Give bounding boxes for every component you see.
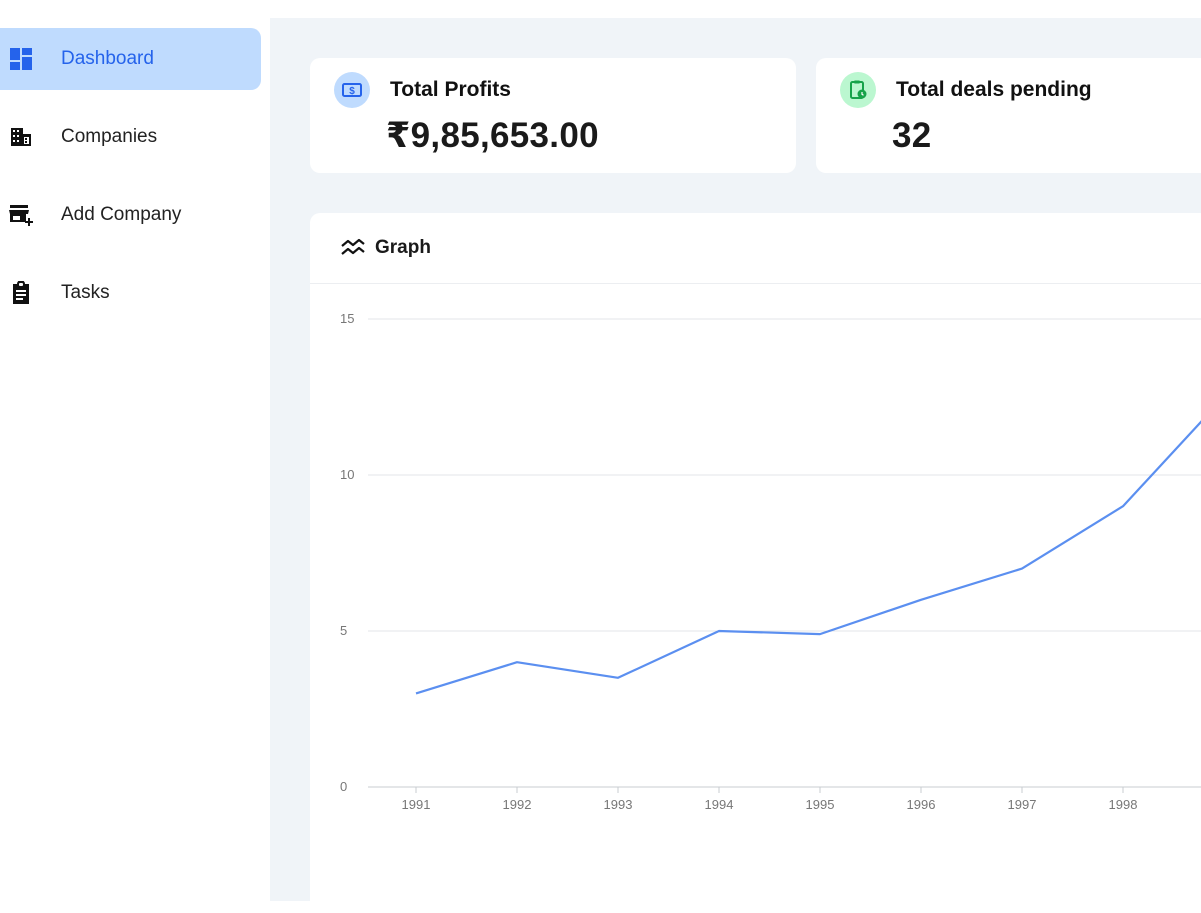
y-tick-label: 0	[340, 779, 347, 794]
stat-value: ₹9,85,653.00	[386, 116, 599, 155]
dollar-bill-icon: $	[334, 72, 370, 108]
sidebar-item-tasks[interactable]: Tasks	[0, 262, 261, 324]
y-tick-label: 10	[340, 467, 354, 482]
stat-card-deals-pending: Total deals pending 32	[816, 58, 1201, 173]
x-tick-label: 1992	[503, 797, 532, 812]
sidebar-item-label: Add Company	[61, 204, 182, 225]
sidebar: Dashboard Companies Add Company Tasks	[0, 0, 270, 901]
y-tick-label: 5	[340, 623, 347, 638]
x-tick-label: 1994	[705, 797, 734, 812]
add-store-icon	[8, 202, 34, 228]
sidebar-item-add-company[interactable]: Add Company	[0, 184, 261, 246]
building-icon	[8, 124, 34, 150]
line-chart: 0510151991199219931994199519961997199819…	[340, 311, 1201, 812]
dashboard-icon	[8, 46, 34, 72]
x-tick-label: 1996	[907, 797, 936, 812]
stat-label: Total deals pending	[896, 78, 1092, 101]
sidebar-item-dashboard[interactable]: Dashboard	[0, 28, 261, 90]
main-content: $ Total Profits ₹9,85,653.00 Total deals…	[270, 18, 1201, 913]
x-tick-label: 1998	[1109, 797, 1138, 812]
stat-card-profits: $ Total Profits ₹9,85,653.00	[310, 58, 796, 173]
x-tick-label: 1997	[1008, 797, 1037, 812]
sidebar-item-label: Tasks	[61, 282, 110, 303]
sidebar-item-label: Companies	[61, 126, 158, 147]
clipboard-icon	[8, 280, 34, 306]
svg-text:$: $	[349, 86, 355, 97]
sidebar-item-companies[interactable]: Companies	[0, 106, 261, 168]
x-tick-label: 1995	[806, 797, 835, 812]
stat-label: Total Profits	[390, 78, 511, 101]
sidebar-item-label: Dashboard	[61, 48, 154, 69]
x-tick-label: 1993	[604, 797, 633, 812]
series-line	[415, 420, 1201, 695]
stat-value: 32	[892, 116, 932, 155]
clipboard-clock-icon	[840, 72, 876, 108]
y-tick-label: 15	[340, 311, 354, 326]
x-tick-label: 1991	[402, 797, 431, 812]
graph-card: Graph 0 5 10 15 1991 1992 1993 1994 1995 1996 1997…	[310, 213, 1201, 913]
